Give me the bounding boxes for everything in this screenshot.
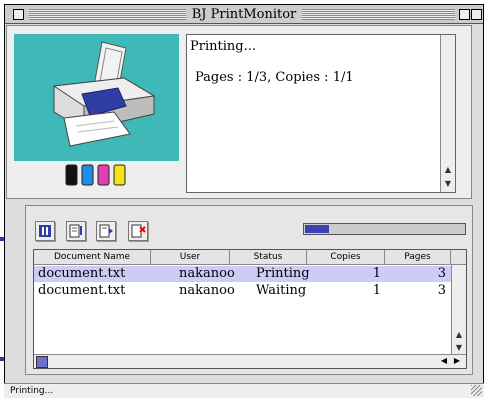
printer-icon (52, 41, 156, 147)
column-header-status[interactable]: Status (230, 250, 307, 264)
table-row[interactable]: document.txt nakanoo Waiting 1 3 (34, 283, 451, 299)
ink-cartridge-icon (97, 164, 110, 186)
delete-job-button[interactable] (128, 221, 148, 241)
cell-user: nakanoo (179, 283, 235, 298)
cell-status: Waiting (256, 283, 307, 298)
ink-cartridge-icon (81, 164, 94, 186)
delete-job-icon (131, 224, 146, 238)
column-header-copies[interactable]: Copies (307, 250, 385, 264)
column-header-document-name[interactable]: Document Name (34, 250, 151, 264)
resume-button[interactable] (66, 221, 86, 241)
cell-status: Printing (256, 266, 310, 281)
printer-panel (14, 34, 179, 193)
title-bar[interactable]: BJ PrintMonitor (5, 5, 483, 24)
skip-button[interactable] (96, 221, 116, 241)
scroll-up-icon[interactable]: ▲ (442, 164, 454, 176)
status-bar: Printing... (4, 383, 484, 398)
scroll-down-icon[interactable]: ▼ (453, 342, 465, 354)
scroll-down-icon[interactable]: ▼ (442, 178, 454, 190)
horizontal-scrollbar[interactable]: ◀ ▶ (34, 354, 466, 368)
pause-button[interactable] (35, 221, 55, 241)
ink-tray (14, 161, 179, 193)
cell-copies: 1 (372, 266, 381, 281)
scroll-thumb[interactable] (36, 356, 48, 368)
job-progress-detail: Pages : 1/3, Copies : 1/1 (195, 70, 354, 85)
pause-icon (39, 225, 51, 237)
scroll-up-icon[interactable]: ▲ (453, 329, 465, 341)
window-title: BJ PrintMonitor (185, 7, 303, 22)
scroll-right-icon[interactable]: ▶ (451, 355, 463, 367)
ink-cartridge-icon (65, 164, 78, 186)
zoom-box[interactable] (459, 9, 470, 20)
column-header-pages[interactable]: Pages (385, 250, 451, 264)
job-queue-table[interactable]: Document Name User Status Copies Pages d… (33, 249, 467, 369)
resize-grip-icon[interactable] (471, 385, 482, 396)
cell-copies: 1 (372, 283, 381, 298)
cell-document-name: document.txt (38, 283, 126, 298)
table-header: Document Name User Status Copies Pages (34, 250, 466, 265)
cell-user: nakanoo (179, 266, 235, 281)
job-info-panel: Printing... Pages : 1/3, Copies : 1/1 ▲ … (186, 34, 456, 193)
table-row[interactable]: document.txt nakanoo Printing 1 3 (34, 266, 451, 282)
queue-scrollbar[interactable]: ▲ ▼ (451, 265, 466, 355)
status-bar-text: Printing... (10, 386, 54, 396)
ink-level-icons (65, 164, 126, 186)
job-status-text: Printing... (190, 39, 256, 54)
print-progress-bar (303, 223, 466, 235)
ink-cartridge-icon (113, 164, 126, 186)
skip-icon (99, 224, 113, 238)
cell-pages: 3 (437, 283, 446, 298)
scroll-left-icon[interactable]: ◀ (438, 355, 450, 367)
column-header-user[interactable]: User (151, 250, 230, 264)
progress-fill (305, 225, 329, 233)
cell-pages: 3 (437, 266, 446, 281)
resume-icon (69, 224, 82, 238)
collapse-box[interactable] (471, 9, 482, 20)
info-scrollbar[interactable]: ▲ ▼ (440, 35, 455, 192)
cell-document-name: document.txt (38, 266, 126, 281)
